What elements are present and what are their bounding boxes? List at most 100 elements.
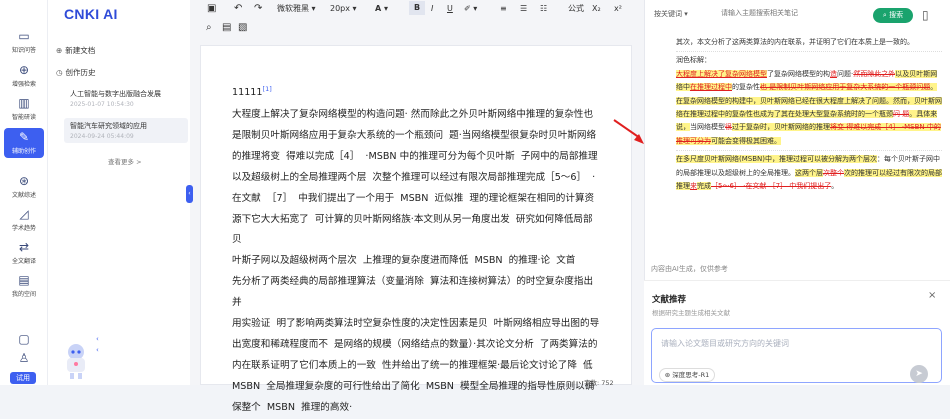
ai-delete: ［5～6］ ·在文献 ［7］ 中我们提出了 — [711, 182, 832, 191]
search-type-value: 按关键词 — [654, 10, 682, 18]
view-more-link[interactable]: 查看更多 > — [108, 156, 142, 166]
translate-icon: ⇄ — [18, 240, 30, 254]
assistant-robot-icon[interactable] — [56, 340, 96, 382]
creation-history-label: ◷ 创作历史 — [56, 67, 96, 78]
formula-button[interactable]: 公式 — [568, 2, 584, 16]
numbered-list-icon[interactable]: ☷ — [540, 2, 547, 16]
tablet-icon[interactable]: ▢ — [0, 333, 48, 348]
cnki-ai-logo[interactable]: CNKI AI — [64, 6, 118, 22]
deep-think-icon: ⊛ — [664, 371, 671, 379]
nav-label: 文献综述 — [11, 192, 36, 199]
redo-icon[interactable]: ↷ — [254, 2, 262, 16]
ai-text: 问题· — [837, 69, 854, 78]
bullet-list-icon[interactable]: ☰ — [520, 2, 527, 16]
ai-text: 在多尺度贝叶斯网络(MSBN)中，推理过程可以被分解为两个层次 — [676, 155, 877, 164]
font-family-select[interactable]: 微软雅黑 ▾ — [277, 2, 316, 16]
ai-text: 的复杂性 — [732, 83, 760, 92]
clock-icon: ◷ — [56, 68, 63, 77]
search-input[interactable] — [721, 9, 871, 17]
nav-label: 智能研读 — [11, 114, 36, 121]
undo-icon[interactable]: ↶ — [234, 2, 242, 16]
nav-label: 学术趋势 — [11, 225, 36, 232]
document-body[interactable]: 大程度上解决了复杂网络模型的构造问题· 然而除此之外贝叶斯网络中推理的复杂性也 … — [232, 105, 602, 419]
find-icon[interactable]: ⌕ — [206, 21, 212, 35]
word-count: 字数: 752 — [584, 379, 614, 387]
recommend-title: 文献推荐 — [652, 295, 687, 305]
nav-smart-reading[interactable]: ▥ 智能研读 — [0, 96, 48, 122]
ai-delete: 也 是限制贝叶斯网络应用于复杂大系统的一个瓶颈问题 — [760, 83, 931, 92]
nav-assisted-writing[interactable]: ✎ 辅助创作 — [4, 128, 44, 158]
red-arrow-icon — [613, 119, 644, 144]
save-icon[interactable]: ▣ — [207, 2, 216, 16]
search-icon: ⊕ — [18, 63, 30, 77]
new-document-label: 新建文档 — [65, 46, 96, 55]
history-item-title: 人工智能与数字出版融合发展 — [70, 90, 161, 98]
nav-my-space[interactable]: ▤ 我的空间 — [0, 273, 48, 299]
pen-icon: ✎ — [18, 130, 30, 144]
collapse-sidebar-icon[interactable]: ▯ — [922, 8, 929, 22]
ai-text: 当网络模型 — [690, 123, 725, 132]
user-icon: ♙ — [18, 351, 30, 365]
divider — [676, 150, 942, 152]
highlight-icon[interactable]: ✐ ▾ — [464, 2, 477, 16]
ai-text: 过于复杂时，贝叶斯网络的推理 — [732, 123, 830, 132]
ai-output: 其次，本文分析了这两类算法的内在联系，并证明了它们在本质上是一致的。 润色标解：… — [676, 36, 942, 258]
ai-text: 可能会变得极其困难。 — [711, 136, 781, 145]
document-heading[interactable]: 11111[1] — [232, 85, 272, 98]
subscript-icon[interactable]: X₂ — [592, 2, 601, 16]
send-arrow-icon: ➤ — [915, 369, 923, 379]
user-icon[interactable]: ♙ — [0, 352, 48, 367]
font-size-select[interactable]: 20px ▾ — [330, 2, 357, 16]
align-icon[interactable]: ≡ — [500, 2, 507, 16]
chat-icon: ▭ — [18, 29, 30, 43]
nav-knowledge-qa[interactable]: ▭ 知识问答 — [0, 29, 48, 55]
tablet-icon: ▢ — [18, 332, 30, 346]
history-label-text: 创作历史 — [65, 68, 96, 77]
history-item[interactable]: 人工智能与数字出版融合发展 2025-01-07 10:54:30 — [64, 86, 188, 111]
history-item-title: 智能汽车研究领域的应用 — [70, 122, 147, 130]
history-item[interactable]: 智能汽车研究领域的应用 2024-09-24 05:44:09 — [64, 118, 188, 143]
deep-think-label: 深度思考-R1 — [672, 371, 710, 379]
chart-icon: ◿ — [19, 207, 29, 221]
ai-intro: 其次，本文分析了这两类算法的内在联系，并证明了它们在本质上是一致的。 — [676, 38, 914, 46]
book-icon: ▥ — [18, 96, 30, 110]
font-size-value: 20px — [330, 4, 350, 13]
superscript-icon[interactable]: x² — [614, 2, 622, 16]
nav-label: 知识问答 — [11, 47, 36, 54]
history-panel — [48, 0, 190, 385]
collapse-panel-toggle[interactable]: ‹ — [186, 185, 193, 203]
nav-academic-trends[interactable]: ◿ 学术趋势 — [0, 207, 48, 233]
search-button[interactable]: ⌕ 搜索 — [873, 8, 913, 23]
expand-up-icon[interactable]: ‹ — [96, 335, 99, 343]
close-icon[interactable]: × — [928, 290, 936, 301]
nav-full-translation[interactable]: ⇄ 全文翻译 — [0, 240, 48, 266]
ai-delete: 次整个 — [823, 168, 844, 177]
new-document-button[interactable]: ⊕ 新建文档 — [56, 45, 95, 56]
ai-insert: 来 — [690, 182, 697, 191]
ai-disclaimer: 内容由AI生成，仅供参考 — [651, 265, 728, 273]
nav-label: 我的空间 — [11, 291, 36, 298]
insert-image-icon[interactable]: ▧ — [238, 21, 247, 35]
nav-enhanced-search[interactable]: ⊕ 增强检索 — [0, 63, 48, 89]
italic-icon[interactable]: I — [431, 2, 433, 16]
trial-badge[interactable]: 试用 — [10, 372, 36, 384]
text-color-icon[interactable]: A ▾ — [375, 2, 388, 16]
insert-reference-icon[interactable]: ▤ — [222, 21, 231, 35]
underline-icon[interactable]: U — [447, 2, 453, 16]
expand-down-icon[interactable]: ‹ — [96, 346, 99, 354]
deep-think-toggle[interactable]: ⊛ 深度思考-R1 — [659, 368, 715, 382]
bold-icon[interactable]: B — [409, 1, 425, 15]
ai-delete: 很 — [725, 123, 732, 132]
ai-delete: 然而除此之外 — [853, 69, 896, 78]
ai-paragraph-2: 在多尺度贝叶斯网络(MSBN)中，推理过程可以被分解为两个层次：每个贝叶斯子网中… — [676, 153, 942, 193]
history-item-date: 2024-09-24 05:44:09 — [70, 133, 134, 140]
send-button[interactable]: ➤ — [910, 365, 928, 383]
target-icon: ⊛ — [18, 174, 30, 188]
plus-circle-icon: ⊕ — [56, 46, 63, 55]
folder-icon: ▤ — [18, 273, 30, 287]
nav-label: 辅助创作 — [11, 148, 36, 155]
nav-literature-review[interactable]: ⊛ 文献综述 — [0, 174, 48, 200]
heading-reference[interactable]: [1] — [263, 85, 272, 93]
search-type-select[interactable]: 按关键词 ▾ — [654, 9, 688, 19]
ai-delete: 问 题 — [893, 110, 910, 119]
